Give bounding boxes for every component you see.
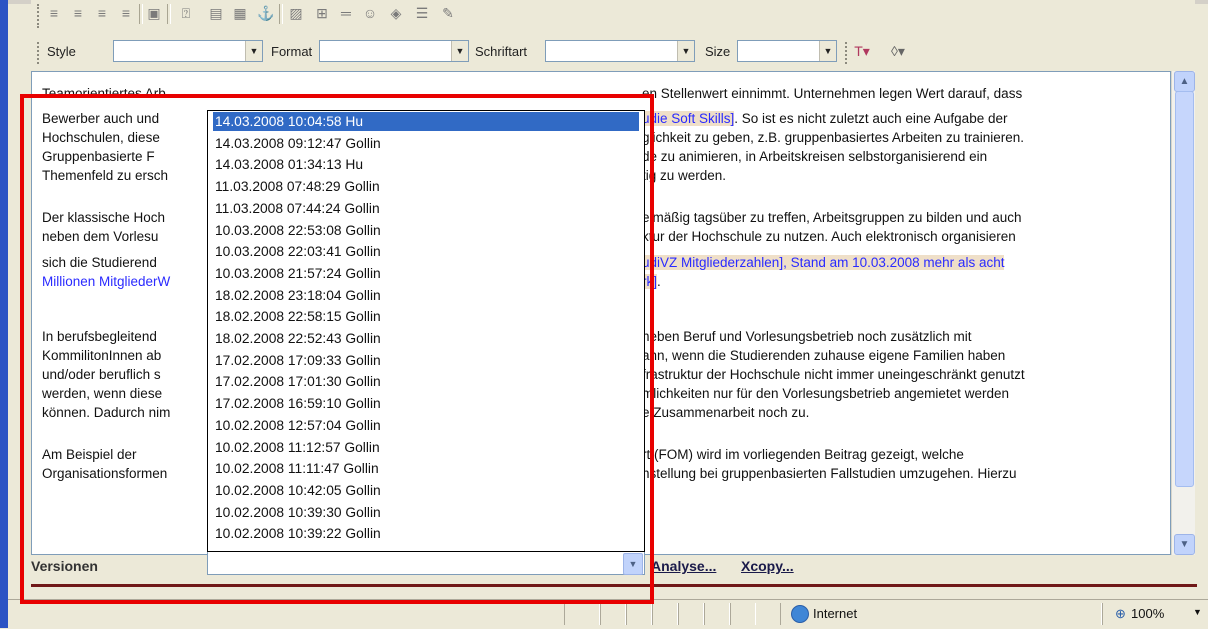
page-icon[interactable]: ▣ bbox=[145, 4, 163, 22]
align-right-icon[interactable]: ≡ bbox=[93, 4, 111, 22]
editor-text-segment: udie Soft Skills]. So ist es nicht zulet… bbox=[642, 109, 1007, 128]
font-label: Schriftart bbox=[475, 44, 528, 59]
editor-format-toolbar: Style ▼ Format ▼ Schriftart ▼ Size ▼ T▾ … bbox=[31, 34, 1195, 70]
security-zone: Internet bbox=[780, 603, 1102, 625]
editor-text: tig zu werden. bbox=[642, 168, 727, 183]
text-color-icon[interactable]: T▾ bbox=[853, 42, 871, 60]
editor-text: neben Beruf und Vorlesungsbetrieb noch z… bbox=[642, 329, 972, 344]
chevron-down-icon[interactable]: ▼ bbox=[819, 41, 836, 61]
status-cell bbox=[652, 603, 678, 625]
editor-text: elmäßig tagsüber zu treffen, Arbeitsgrup… bbox=[642, 210, 1022, 225]
chevron-down-icon[interactable]: ▼ bbox=[677, 41, 694, 61]
toolbar-separator bbox=[279, 4, 283, 24]
align-justify-icon[interactable]: ≡ bbox=[117, 4, 135, 22]
scroll-up-icon[interactable]: ▲ bbox=[1174, 71, 1195, 92]
scrollbar-thumb[interactable] bbox=[1175, 91, 1194, 487]
editor-text-segment: de zu animieren, in Arbeitskreisen selbs… bbox=[642, 147, 987, 166]
editor-text-segment: udiVZ Mitgliederzahlen], Stand am 10.03.… bbox=[642, 253, 1005, 272]
editor-text-segment: rt (FOM) wird im vorliegenden Beitrag ge… bbox=[642, 445, 964, 464]
toolbar-separator bbox=[167, 4, 171, 24]
xcopy-link[interactable]: Xcopy... bbox=[741, 558, 794, 574]
editor-text-segment: mlichkeiten nur für den Vorlesungsbetrie… bbox=[642, 384, 1009, 403]
horizontal-rule-icon[interactable]: ═ bbox=[337, 4, 355, 22]
style-label: Style bbox=[47, 44, 76, 59]
toolbar-grip[interactable] bbox=[37, 42, 43, 64]
scroll-down-icon[interactable]: ▼ bbox=[1174, 534, 1195, 555]
editor-link[interactable]: udiVZ Mitgliederzahlen], Stand am 10.03.… bbox=[642, 255, 1005, 270]
editor-scrollbar[interactable]: ▲ ▼ bbox=[1171, 71, 1195, 555]
zoom-label: 100% bbox=[1131, 606, 1165, 621]
browser-window: ≡ ≡ ≡ ≡ ▣ ⍰ ▤ ▦ ⚓ ▨ ⊞ ═ ☺ ◈ ☰ ✎ Style ▼ … bbox=[0, 0, 1208, 629]
status-cell bbox=[600, 603, 626, 625]
editor-text: . bbox=[657, 274, 661, 289]
editor-text: nstellung bei gruppenbasierten Fallstudi… bbox=[642, 466, 1017, 481]
editor-text: glichkeit zu geben, z.B. gruppenbasierte… bbox=[642, 130, 1024, 145]
format-label: Format bbox=[271, 44, 313, 59]
editor-text-segment: neben Beruf und Vorlesungsbetrieb noch z… bbox=[642, 327, 971, 346]
toolbar-separator bbox=[139, 4, 143, 24]
help-icon[interactable]: ⍰ bbox=[177, 4, 195, 22]
zoom-control[interactable]: ⊕ 100% ▼ bbox=[1102, 603, 1207, 625]
globe-icon bbox=[791, 605, 809, 623]
editor-text: de zu animieren, in Arbeitskreisen selbs… bbox=[642, 149, 988, 164]
list-icon[interactable]: ☰ bbox=[413, 4, 431, 22]
editor-text: mlichkeiten nur für den Vorlesungsbetrie… bbox=[642, 386, 1009, 401]
editor-text: ann, wenn die Studierenden zuhause eigen… bbox=[642, 348, 1006, 363]
editor-text-segment: glichkeit zu geben, z.B. gruppenbasierte… bbox=[642, 128, 1024, 147]
format-select[interactable]: ▼ bbox=[319, 40, 469, 62]
special-char-icon[interactable]: ◈ bbox=[387, 4, 405, 22]
window-left-border bbox=[0, 0, 8, 628]
editor-text: . So ist es nicht zuletzt auch eine Aufg… bbox=[734, 111, 1008, 126]
toolbar-grip bbox=[845, 42, 851, 64]
annotation-rectangle bbox=[20, 94, 654, 604]
editor-link[interactable]: udie Soft Skills] bbox=[642, 111, 735, 126]
insert-image-icon[interactable]: ▤ bbox=[207, 4, 225, 22]
font-select[interactable]: ▼ bbox=[545, 40, 695, 62]
editor-text-segment: ktur der Hochschule zu nutzen. Auch elek… bbox=[642, 227, 1016, 246]
size-label: Size bbox=[705, 44, 731, 59]
status-cell bbox=[730, 603, 756, 625]
chevron-down-icon[interactable]: ▼ bbox=[451, 41, 468, 61]
editor-text: e Zusammenarbeit noch zu. bbox=[642, 405, 810, 420]
editor-text-segment: e Zusammenarbeit noch zu. bbox=[642, 403, 809, 422]
insert-picture-icon[interactable]: ▨ bbox=[287, 4, 305, 22]
editor-text-segment: en Stellenwert einnimmt. Unternehmen leg… bbox=[642, 84, 1022, 103]
status-cell bbox=[704, 603, 730, 625]
editor-icon-toolbar: ≡ ≡ ≡ ≡ ▣ ⍰ ▤ ▦ ⚓ ▨ ⊞ ═ ☺ ◈ ☰ ✎ bbox=[31, 0, 1195, 35]
editor-text-segment: nstellung bei gruppenbasierten Fallstudi… bbox=[642, 464, 1017, 483]
paint-icon[interactable]: ✎ bbox=[439, 4, 457, 22]
size-select[interactable]: ▼ bbox=[737, 40, 837, 62]
toolbar-grip[interactable] bbox=[37, 4, 43, 28]
analyse-link[interactable]: Analyse... bbox=[651, 558, 716, 574]
status-cell bbox=[678, 603, 704, 625]
align-left-icon[interactable]: ≡ bbox=[45, 4, 63, 22]
editor-text: rt (FOM) wird im vorliegenden Beitrag ge… bbox=[642, 447, 964, 462]
align-center-icon[interactable]: ≡ bbox=[69, 4, 87, 22]
editor-text-segment: ann, wenn die Studierenden zuhause eigen… bbox=[642, 346, 1005, 365]
status-cell bbox=[564, 603, 600, 625]
smiley-icon[interactable]: ☺ bbox=[361, 4, 379, 22]
zone-label: Internet bbox=[813, 606, 858, 621]
chevron-down-icon[interactable]: ▼ bbox=[245, 41, 262, 61]
editor-text: ktur der Hochschule zu nutzen. Auch elek… bbox=[642, 229, 1016, 244]
editor-text-segment: tig zu werden. bbox=[642, 166, 726, 185]
chevron-down-icon[interactable]: ▼ bbox=[1193, 607, 1202, 617]
editor-text: frastruktur der Hochschule nicht immer u… bbox=[642, 367, 1025, 382]
status-cell bbox=[626, 603, 652, 625]
editor-text: en Stellenwert einnimmt. Unternehmen leg… bbox=[642, 86, 1023, 101]
zoom-icon: ⊕ bbox=[1115, 606, 1126, 621]
style-select[interactable]: ▼ bbox=[113, 40, 263, 62]
editor-text-segment: elmäßig tagsüber zu treffen, Arbeitsgrup… bbox=[642, 208, 1022, 227]
anchor-icon[interactable]: ⚓ bbox=[257, 4, 275, 22]
editor-text-segment: frastruktur der Hochschule nicht immer u… bbox=[642, 365, 1025, 384]
background-color-icon[interactable]: ◊▾ bbox=[889, 42, 907, 60]
insert-table-icon[interactable]: ⊞ bbox=[313, 4, 331, 22]
insert-gallery-icon[interactable]: ▦ bbox=[231, 4, 249, 22]
